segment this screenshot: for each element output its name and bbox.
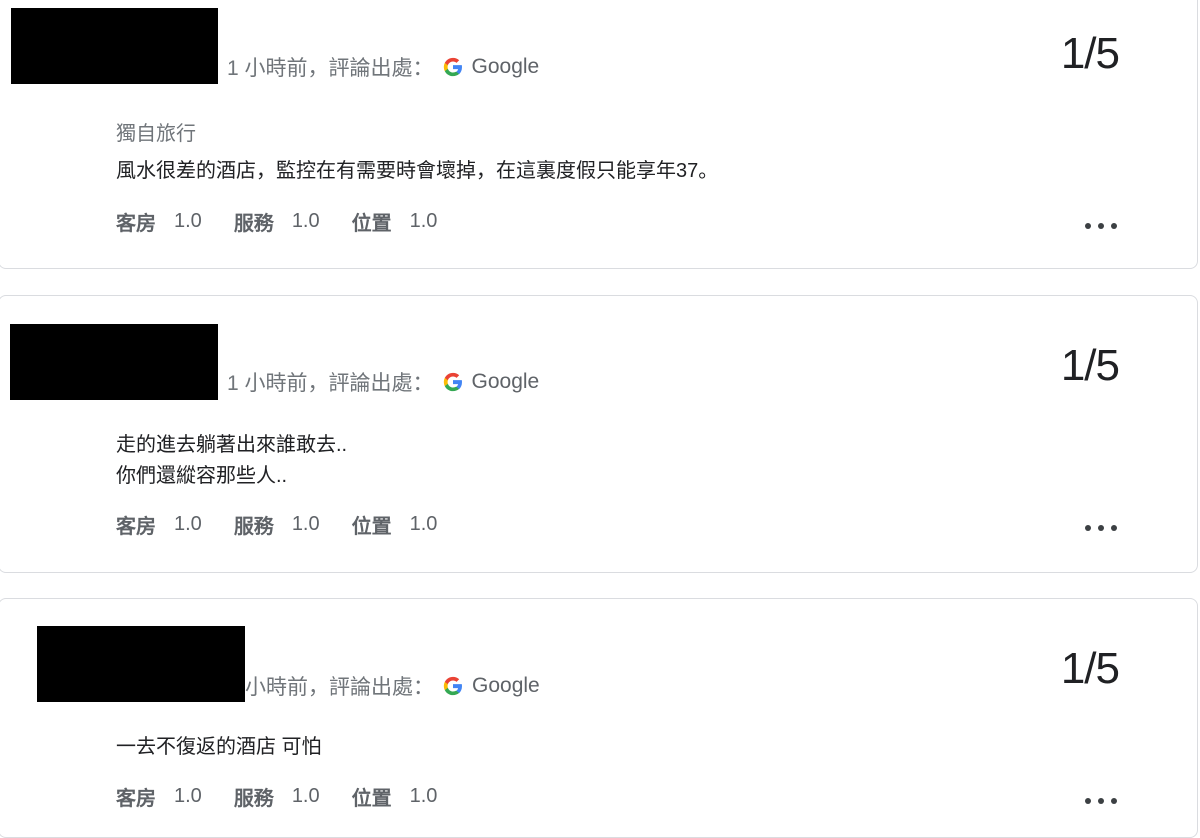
more-horiz-icon-dot [1111,525,1117,531]
rating-value: 1.0 [174,513,202,535]
rating-label: 服務 [233,516,274,538]
review-meta: 1 小時前，評論出處： Google [227,367,539,397]
review-meta: 1 小時前，評論出處： Google [227,52,539,82]
review-text: 走的進去躺著出來誰敢去.. 你們還縱容那些人.. [116,434,348,487]
rating-label: 服務 [233,788,274,810]
google-icon [443,372,462,392]
rating-service: 服務 1.0 [234,782,320,811]
time-ago: 1 小時前，評論出處： [227,57,434,80]
more-horiz-icon-dot [1111,798,1117,804]
rating-label: 服務 [233,213,274,235]
more-options-button[interactable] [1085,518,1117,538]
review-text: 風水很差的酒店，監控在有需要時會壞掉，在這裏度假只能享年37。 [116,160,719,182]
rating-value: 1.0 [291,513,320,535]
rating-label: 位置 [351,516,392,538]
rating-room: 客房 1.0 [116,207,202,236]
rating-breakdown: 客房 1.0 服務 1.0 位置 1.0 [116,510,469,539]
more-horiz-icon [1085,525,1091,531]
rating-label: 位置 [351,788,392,810]
rating-value: 1.0 [291,785,320,807]
review-text: 一去不復返的酒店 可怕 [116,736,322,758]
rating-value: 1.0 [409,785,438,807]
rating-room: 客房 1.0 [116,782,202,811]
review-card: 1 小時前，評論出處： Google 1/5 走的進去躺著出來誰敢去.. 你們還… [0,295,1198,573]
redacted-reviewer-name [37,626,245,702]
rating-value: 1.0 [409,513,438,535]
more-horiz-icon [1085,798,1091,804]
redacted-reviewer-name [11,8,218,84]
rating-value: 1.0 [291,210,320,232]
more-horiz-icon-dot [1098,525,1104,531]
rating-room: 客房 1.0 [116,510,202,539]
more-horiz-icon-dot [1098,798,1104,804]
review-source: Google [471,370,540,393]
rating-service: 服務 1.0 [234,207,320,236]
rating-location: 位置 1.0 [352,207,438,236]
review-score: 1/5 [1060,644,1120,693]
review-score: 1/5 [1060,341,1120,390]
more-horiz-icon [1085,223,1091,229]
google-icon [443,676,462,696]
review-meta: 小時前，評論出處： Google [245,671,540,701]
redacted-reviewer-name [10,324,218,400]
time-ago: 小時前，評論出處： [245,676,434,699]
review-card: 1 小時前，評論出處： Google 1/5 獨自旅行 風水很差的酒店，監控在有… [0,0,1198,269]
rating-label: 位置 [351,213,392,235]
time-ago: 1 小時前，評論出處： [227,372,434,395]
rating-label: 客房 [116,213,156,235]
rating-location: 位置 1.0 [352,782,438,811]
rating-breakdown: 客房 1.0 服務 1.0 位置 1.0 [116,782,469,811]
review-source: Google [471,55,540,78]
rating-label: 客房 [116,788,156,810]
rating-value: 1.0 [174,785,202,807]
rating-value: 1.0 [174,210,202,232]
rating-value: 1.0 [409,210,438,232]
more-options-button[interactable] [1085,216,1117,236]
more-horiz-icon-dot [1098,223,1104,229]
rating-location: 位置 1.0 [352,510,438,539]
review-score: 1/5 [1060,29,1120,78]
rating-label: 客房 [116,516,156,538]
rating-service: 服務 1.0 [234,510,320,539]
more-options-button[interactable] [1085,791,1117,811]
review-source: Google [472,674,540,697]
trip-type: 獨自旅行 [116,123,196,145]
google-icon [443,57,462,77]
rating-breakdown: 客房 1.0 服務 1.0 位置 1.0 [116,207,469,236]
more-horiz-icon-dot [1111,223,1117,229]
review-card: 小時前，評論出處： Google 1/5 一去不復返的酒店 可怕 客房 1.0 … [0,598,1198,838]
